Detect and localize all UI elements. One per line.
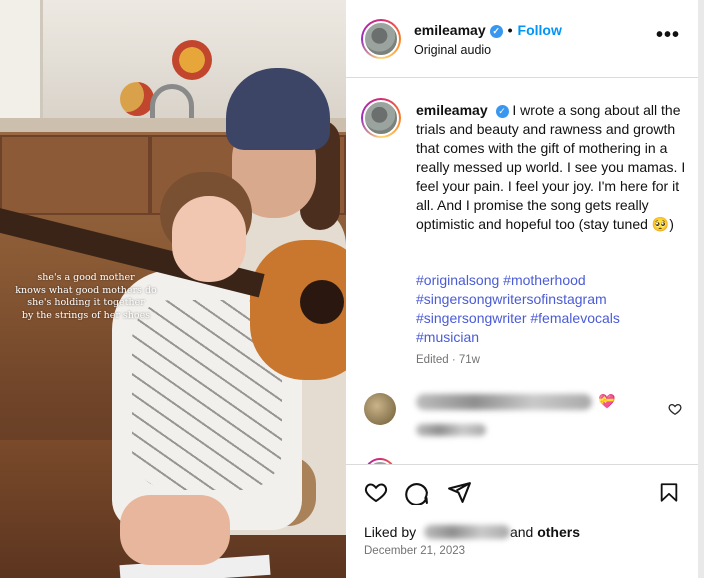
edited-time: 71w (458, 354, 480, 366)
hashtag-line[interactable]: #singersongwriter #femalevocals (416, 309, 688, 328)
window-frame (0, 0, 43, 125)
edited-text: Edited (416, 354, 449, 366)
author-avatar[interactable] (361, 19, 401, 59)
avatar-image (363, 21, 399, 57)
more-options-icon[interactable]: ••• (656, 24, 680, 47)
child-face (172, 196, 246, 282)
like-heart-icon[interactable] (363, 480, 389, 504)
header-separator: • (507, 22, 513, 38)
hashtag-line[interactable]: #originalsong #motherhood (416, 271, 688, 290)
caption-text: I wrote a song about all the trials and … (416, 102, 686, 232)
hashtag-line[interactable]: #singersongwritersofinstagram (416, 290, 688, 309)
commenter-avatar[interactable] (364, 393, 396, 425)
edited-separator: · (451, 354, 456, 366)
comment-heart-icon[interactable] (668, 402, 682, 416)
actions-bar (346, 465, 698, 578)
faucet (150, 84, 194, 122)
avatar-image (363, 100, 399, 136)
comment-emoji: 💝 (598, 393, 616, 409)
post-date: December 21, 2023 (364, 545, 466, 557)
bookmark-icon[interactable] (658, 480, 680, 505)
header-username[interactable]: emileamay (414, 22, 486, 38)
hashtags: #originalsong #motherhood #singersongwri… (416, 271, 688, 347)
share-icon[interactable] (447, 480, 472, 505)
audio-link[interactable]: Original audio (414, 43, 491, 57)
liked-others[interactable]: others (537, 524, 580, 540)
liked-prefix: Liked by (364, 524, 417, 540)
redacted-comment-meta (416, 424, 486, 436)
liked-and: and (509, 524, 534, 540)
post-caption: emileamay ✓ I wrote a song about all the… (416, 101, 688, 234)
header-user-row: emileamay ✓ • Follow (414, 22, 562, 38)
caption-line: knows what good mothers do (15, 284, 157, 296)
comment-icon[interactable] (405, 480, 430, 505)
caption-line: by the strings of her shoes (21, 309, 151, 321)
post-media[interactable]: she's a good mother knows what good moth… (0, 0, 346, 578)
header-divider (346, 77, 698, 78)
caption-avatar[interactable] (361, 98, 401, 138)
verified-badge-icon: ✓ (495, 105, 509, 118)
child-feet (120, 495, 230, 565)
redacted-liker-name (424, 525, 510, 539)
guitar-soundhole (300, 280, 344, 324)
sun-decoration (172, 40, 212, 80)
hashtag-line[interactable]: #musician (416, 328, 688, 347)
video-caption-overlay: she's a good mother knows what good moth… (10, 272, 162, 322)
edited-label: Edited · 71w (416, 354, 480, 366)
moon-decoration (120, 82, 154, 116)
cabinet-left (0, 135, 150, 215)
verified-badge-icon: ✓ (489, 25, 503, 38)
panel-edge (698, 0, 704, 578)
caption-line: she's a good mother (37, 272, 135, 283)
follow-button[interactable]: Follow (518, 22, 562, 38)
caption-username[interactable]: emileamay (416, 102, 488, 118)
caption-line: she's holding it together (27, 297, 145, 308)
redacted-comment-author (416, 394, 592, 410)
